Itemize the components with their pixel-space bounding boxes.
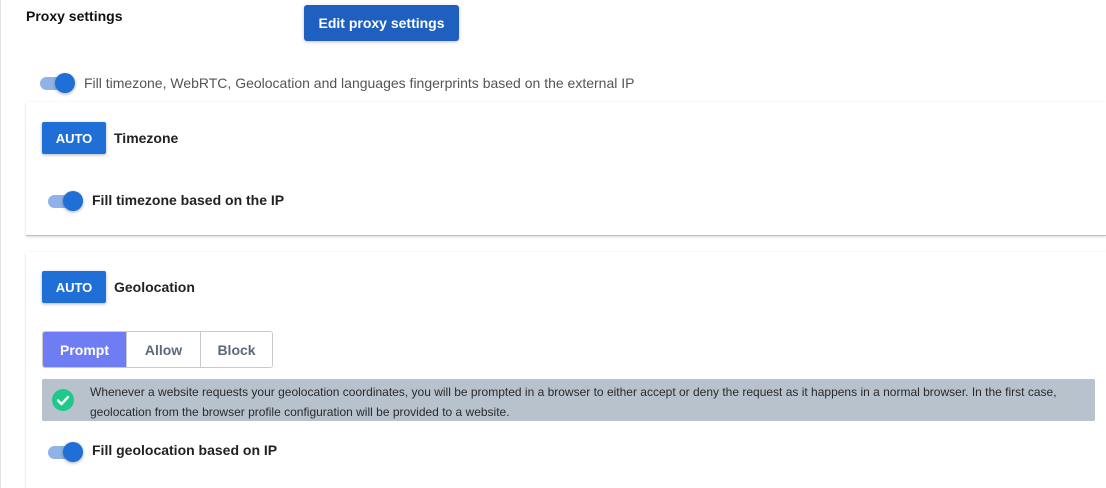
fill-from-ip-label: Fill timezone, WebRTC, Geolocation and l… [84, 75, 635, 91]
timezone-toggle[interactable] [46, 191, 83, 211]
proxy-settings-page: Proxy settings Edit proxy settings Fill … [0, 0, 1106, 488]
toggle-knob [63, 191, 83, 211]
geolocation-option-prompt[interactable]: Prompt [43, 332, 126, 367]
geolocation-title: Geolocation [114, 279, 195, 295]
geolocation-mode-selector: Prompt Allow Block [42, 331, 273, 368]
geolocation-info-box: Whenever a website requests your geoloca… [42, 379, 1095, 421]
geolocation-toggle-label: Fill geolocation based on IP [92, 442, 278, 458]
timezone-auto-button[interactable]: AUTO [42, 122, 106, 154]
toggle-knob [63, 442, 83, 462]
geolocation-info-text: Whenever a website requests your geoloca… [90, 385, 1057, 419]
timezone-title: Timezone [114, 130, 179, 146]
geolocation-card: AUTO Geolocation Prompt Allow Block When… [26, 252, 1106, 488]
fill-from-ip-toggle[interactable] [38, 73, 75, 93]
timezone-toggle-label: Fill timezone based on the IP [92, 192, 285, 208]
check-circle-icon [52, 389, 74, 411]
toggle-knob [55, 73, 75, 93]
edit-proxy-settings-button[interactable]: Edit proxy settings [304, 5, 459, 41]
geolocation-option-block[interactable]: Block [200, 332, 272, 367]
timezone-card: AUTO Timezone Fill timezone based on the… [26, 102, 1106, 236]
geolocation-auto-button[interactable]: AUTO [42, 271, 106, 303]
left-border [0, 0, 1, 488]
section-title: Proxy settings [26, 8, 123, 24]
geolocation-option-allow[interactable]: Allow [126, 332, 200, 367]
geolocation-toggle[interactable] [46, 442, 83, 462]
